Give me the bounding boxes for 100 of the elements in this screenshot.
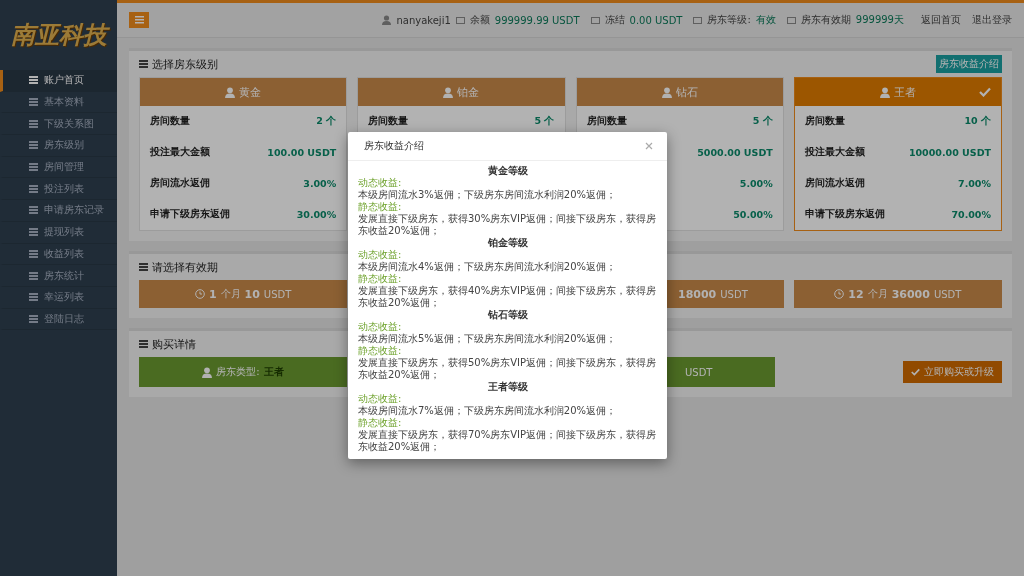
nav-link[interactable]: 退出登录 <box>972 13 1012 27</box>
check-icon <box>979 87 991 97</box>
row-value: 10 个 <box>964 115 991 128</box>
row-label: 房间流水返佣 <box>150 177 210 190</box>
row-value: 7.00% <box>958 178 991 189</box>
sidebar-item[interactable]: 幸运列表 <box>0 286 117 309</box>
row-value: 30.00% <box>296 209 337 220</box>
price: 18000 <box>678 287 717 301</box>
income-label: 静态收益: <box>358 345 403 357</box>
period-card[interactable]: 1 个月 10 USDT <box>139 280 348 308</box>
row-value: 5 个 <box>752 115 773 128</box>
list-icon <box>29 271 38 280</box>
row-value: 5 个 <box>534 115 555 128</box>
sidebar-item[interactable]: 账户首页 <box>0 70 117 92</box>
sidebar-item[interactable]: 申请房东记录 <box>0 200 117 222</box>
month-unit: 个月 <box>220 287 241 301</box>
nav-link[interactable]: 返回首页 <box>921 13 961 27</box>
user-icon <box>382 15 392 25</box>
stat-label: 余额 <box>469 13 490 27</box>
sidebar-item[interactable]: 房间管理 <box>0 156 117 179</box>
months: 12 <box>848 287 864 301</box>
stat-value: 0.00 USDT <box>629 14 683 26</box>
sidebar-item[interactable]: 房东级别 <box>0 135 117 157</box>
level-heading: 王者等级 <box>486 381 529 393</box>
row-label: 房间流水返佣 <box>804 177 865 190</box>
buy-button[interactable]: 立即购买或升级 <box>903 361 1002 383</box>
type-label: 房东类型: <box>216 365 260 379</box>
row-label: 投注最大金额 <box>804 146 865 159</box>
level-name: 王者 <box>893 84 916 100</box>
income-label: 静态收益: <box>358 417 403 429</box>
level-heading: 铂金等级 <box>486 237 529 249</box>
row-label: 房间数量 <box>150 115 190 128</box>
check-icon <box>911 368 920 376</box>
stat-value: 999999天 <box>855 13 904 27</box>
price: 36000 <box>891 287 930 301</box>
income-label: 静态收益: <box>358 273 403 285</box>
sidebar-item[interactable]: 投注列表 <box>0 178 117 201</box>
menu-button[interactable] <box>129 12 149 28</box>
income-label: 动态收益: <box>358 393 403 405</box>
list-icon <box>29 228 38 237</box>
income-text: 本级房间流水5%返佣；下级房东房间流水利润20%返佣； <box>358 333 618 345</box>
stat-value: 有效 <box>755 13 776 27</box>
list-icon <box>29 184 38 193</box>
income-text: 发展直接下级房东，获得70%房东VIP返佣；间接下级房东，获得房东收益20%返佣； <box>358 429 657 453</box>
income-label: 动态收益: <box>358 249 403 261</box>
price: 10 <box>244 287 260 301</box>
menu-icon <box>134 16 144 24</box>
stat-value: 999999.99 USDT <box>494 14 580 26</box>
sidebar-item[interactable]: 登陆日志 <box>0 308 117 331</box>
level-name: 黄金 <box>239 84 262 100</box>
panel-title: 购买详情 <box>152 336 196 352</box>
row-label: 房间数量 <box>586 115 627 128</box>
list-icon <box>139 340 148 348</box>
income-label: 动态收益: <box>358 321 403 333</box>
user-icon <box>661 86 672 98</box>
sidebar-item[interactable]: 下级关系图 <box>0 113 117 136</box>
list-icon <box>29 98 38 107</box>
currency: USDT <box>720 288 748 300</box>
list-icon <box>29 314 38 323</box>
row-label: 投注最大金额 <box>150 146 210 159</box>
sidebar-item[interactable]: 收益列表 <box>0 243 117 266</box>
card-icon <box>455 16 465 24</box>
currency: USDT <box>933 288 962 300</box>
income-label: 动态收益: <box>358 177 403 189</box>
close-button[interactable] <box>643 140 655 152</box>
period-card[interactable]: 12 个月 36000 USDT <box>793 280 1002 308</box>
list-icon <box>29 293 38 302</box>
list-icon <box>139 60 148 68</box>
username: nanyakeji1 <box>396 14 451 26</box>
row-value: 5000.00 USDT <box>697 147 773 158</box>
row-value: 100.00 USDT <box>267 147 337 158</box>
list-icon <box>29 206 38 215</box>
list-icon <box>29 119 38 128</box>
level-name: 铂金 <box>457 84 480 100</box>
panel-title: 选择房东级别 <box>152 56 218 72</box>
user-icon <box>879 86 890 98</box>
card-icon <box>786 16 796 24</box>
sidebar-item[interactable]: 提现列表 <box>0 221 117 244</box>
months: 1 <box>208 287 217 301</box>
user-icon <box>202 366 213 378</box>
sidebar-item[interactable]: 房东统计 <box>0 265 117 287</box>
currency: USDT <box>263 288 292 300</box>
stat-label: 房东等级: <box>707 13 751 27</box>
intro-button[interactable]: 房东收益介绍 <box>936 55 1002 73</box>
row-value: 3.00% <box>303 178 337 189</box>
card-icon <box>693 16 703 24</box>
row-label: 房间数量 <box>368 115 409 128</box>
sidebar-item[interactable]: 基本资料 <box>0 91 117 114</box>
income-label: 静态收益: <box>358 201 403 213</box>
clock-icon <box>194 289 205 299</box>
level-card[interactable]: 王者 房间数量 10 个 投注最大金额 10000.00 USDT 房间流水返佣 7.00% 申请下级房东返佣 70.00% <box>793 77 1002 231</box>
level-card[interactable]: 黄金 房间数量 2 个 投注最大金额 100.00 USDT 房间流水返佣 3.00% 申请下级房东返佣 30.00% <box>139 77 348 231</box>
type-value: 王者 <box>263 365 284 379</box>
list-icon <box>139 263 148 271</box>
month-unit: 个月 <box>867 287 888 301</box>
row-value: 10000.00 USDT <box>908 147 991 158</box>
row-value: 50.00% <box>733 209 773 220</box>
income-text: 本级房间流水7%返佣；下级房东房间流水利润20%返佣； <box>358 405 618 417</box>
row-value: 2 个 <box>316 115 337 128</box>
income-text: 发展直接下级房东，获得50%房东VIP返佣；间接下级房东，获得房东收益20%返佣； <box>358 357 657 381</box>
